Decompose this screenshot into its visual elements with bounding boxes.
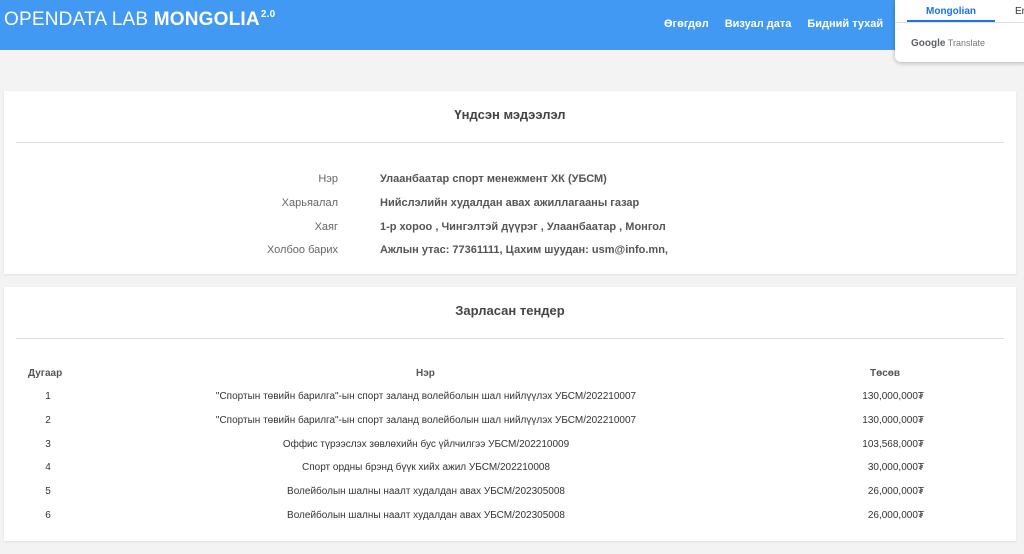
row-budget: 30,000,000₮ [867, 462, 924, 473]
table-row[interactable]: 4 Спорт ордны брэнд бүүк хийх ажил УБСМ/… [4, 462, 1016, 476]
nav-links: Өгөгдөл Визуал дата Бидний тухай Ү [664, 18, 905, 30]
info-label: Холбоо барих [266, 244, 338, 256]
row-budget: 130,000,000₮ [862, 415, 924, 426]
info-row-contact: Холбоо барих Ажлын утас: 77361111, Цахим… [4, 244, 1016, 258]
translate-tab-mongolian[interactable]: Mongolian [907, 6, 995, 17]
row-budget: 130,000,000₮ [862, 391, 924, 402]
row-number: 2 [45, 415, 51, 426]
row-name[interactable]: Оффис түрээслэх зөвлөхийн бус үйлчилгээ … [140, 439, 712, 450]
info-row-address: Хаяг 1-р хороо , Чингэлтэй дүүрэг , Улаа… [4, 221, 1016, 235]
card-divider [16, 338, 1004, 339]
table-row[interactable]: 2 "Спортын төвийн барилга"-ын спорт зала… [4, 415, 1016, 429]
row-number: 4 [45, 462, 51, 473]
info-row-name: Нэр Улаанбаатар спорт менежмент ХК (УБСМ… [4, 173, 1016, 187]
brand-main: OPENDATA LAB [4, 9, 149, 30]
brand-version: 2.0 [260, 9, 276, 20]
row-number: 3 [45, 439, 51, 450]
info-label: Нэр [318, 173, 338, 185]
row-name[interactable]: Волейболын шалны наалт худалдан авах УБС… [140, 486, 712, 497]
row-name[interactable]: "Спортын төвийн барилга"-ын спорт заланд… [140, 415, 712, 426]
info-label: Харьяалал [281, 197, 338, 209]
translate-divider [895, 22, 1024, 23]
info-value: 1-р хороо , Чингэлтэй дүүрэг , Улаанбаат… [380, 221, 666, 233]
row-budget: 26,000,000₮ [867, 486, 924, 497]
site-logo[interactable]: OPENDATA LAB MONGOLIA2.0 [4, 9, 275, 31]
column-header-budget[interactable]: Төсөв [870, 368, 900, 379]
nav-link-about[interactable]: Бидний тухай [807, 18, 883, 30]
basic-info-card: Үндсэн мэдээлэл Нэр Улаанбаатар спорт ме… [4, 91, 1016, 274]
row-budget: 26,000,000₮ [867, 510, 924, 521]
row-name[interactable]: Волейболын шалны наалт худалдан авах УБС… [140, 510, 712, 521]
info-value: Нийслэлийн худалдан авах ажиллагааны газ… [380, 197, 640, 209]
card-divider [16, 142, 1004, 143]
nav-link-data[interactable]: Өгөгдөл [664, 18, 709, 30]
info-value: Улаанбаатар спорт менежмент ХК (УБСМ) [380, 173, 607, 185]
translate-label: Translate [947, 38, 985, 48]
row-number: 6 [45, 510, 51, 521]
basic-info-title: Үндсэн мэдээлэл [454, 107, 566, 122]
row-name[interactable]: Спорт ордны брэнд бүүк хийх ажил УБСМ/20… [140, 462, 712, 473]
row-number: 5 [45, 486, 51, 497]
translate-tab-english[interactable]: En [1015, 6, 1024, 17]
tenders-card: Зарласан тендер Дугаар Нэр Төсөв 1 "Спор… [4, 287, 1016, 541]
tenders-title: Зарласан тендер [455, 303, 565, 318]
translate-tabs: Mongolian En [895, 0, 1024, 22]
column-header-name[interactable]: Нэр [416, 368, 435, 379]
brand-bold: MONGOLIA [153, 9, 260, 30]
table-row[interactable]: 3 Оффис түрээслэх зөвлөхийн бус үйлчилгэ… [4, 439, 1016, 453]
info-value: Ажлын утас: 77361111, Цахим шуудан: usm@… [380, 244, 668, 256]
google-logo: Google [911, 38, 946, 49]
table-row[interactable]: 5 Волейболын шалны наалт худалдан авах У… [4, 486, 1016, 500]
google-translate-popup: Mongolian En Google Translate [895, 0, 1024, 62]
row-name[interactable]: "Спортын төвийн барилга"-ын спорт заланд… [140, 391, 712, 402]
table-row[interactable]: 1 "Спортын төвийн барилга"-ын спорт зала… [4, 391, 1016, 405]
column-header-number[interactable]: Дугаар [28, 368, 62, 379]
table-row[interactable]: 6 Волейболын шалны наалт худалдан авах У… [4, 510, 1016, 524]
row-budget: 103,568,000₮ [862, 439, 924, 450]
info-row-jurisdiction: Харьяалал Нийслэлийн худалдан авах ажилл… [4, 197, 1016, 211]
row-number: 1 [45, 391, 51, 402]
google-translate-brand[interactable]: Google Translate [911, 38, 985, 49]
info-label: Хаяг [314, 221, 338, 233]
navbar: OPENDATA LAB MONGOLIA2.0 Өгөгдөл Визуал … [0, 0, 1024, 50]
nav-link-visual-data[interactable]: Визуал дата [725, 18, 792, 30]
